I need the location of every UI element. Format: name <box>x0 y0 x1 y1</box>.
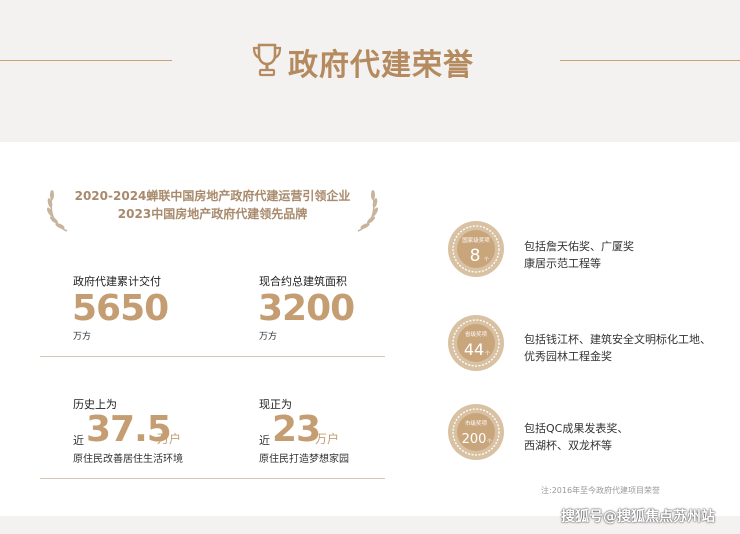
trophy-icon <box>252 43 282 77</box>
award-line-1: 包括詹天佑奖、广厦奖 <box>524 240 634 253</box>
award-line-1: 包括QC成果发表奖、 <box>524 422 629 435</box>
divider <box>40 356 385 357</box>
stat-unit: 万方 <box>73 332 92 342</box>
award-line-2: 优秀园林工程金奖 <box>524 350 612 363</box>
award-line-2: 西湖杯、双龙杯等 <box>524 439 612 452</box>
honor-banner: 2020-2024蝉联中国房地产政府代建运营引领企业 2023中国房地产政府代建… <box>45 185 380 235</box>
medal-suffix: 个 <box>485 351 490 357</box>
history-unit: 万户 <box>157 432 182 446</box>
award-national-text: 包括詹天佑奖、广厦奖 康居示范工程等 <box>524 238 634 272</box>
award-municipal-text: 包括QC成果发表奖、 西湖杯、双龙杯等 <box>524 420 628 454</box>
medal-title: 省级奖项 <box>465 330 488 338</box>
source-watermark: 搜狐号@搜狐焦点苏州站 <box>561 509 715 525</box>
stat-value: 5650 <box>72 288 169 329</box>
medal-count: 200 <box>462 432 487 447</box>
medal-title: 国家级奖项 <box>462 236 490 244</box>
stat-unit: 万方 <box>259 332 278 342</box>
history-value: 23 <box>272 409 321 450</box>
header-section: 政府代建荣誉 <box>0 0 740 142</box>
header-right-line <box>560 60 740 61</box>
medal-suffix: 个 <box>487 439 492 445</box>
medal-suffix: 个 <box>484 257 489 263</box>
medal-municipal-badge: 市级奖项 200 个 <box>448 404 504 460</box>
header-left-line <box>0 60 172 61</box>
page-title: 政府代建荣誉 <box>288 48 474 83</box>
stat-label: 政府代建累计交付 <box>73 275 161 288</box>
history-desc: 原住民改善居住生活环境 <box>73 454 183 465</box>
banner-line-2: 2023中国房地产政府代建领先品牌 <box>117 207 308 221</box>
history-prefix: 近 <box>259 434 270 447</box>
history-unit: 万户 <box>315 432 340 446</box>
footnote: 注:2016年至今政府代建项目荣誉 <box>541 486 661 495</box>
laurel-right-icon <box>357 190 379 232</box>
medal-national-badge: 国家级奖项 8 个 <box>448 221 504 277</box>
award-line-1: 包括钱江杯、建筑安全文明标化工地、 <box>524 333 711 346</box>
medal-count: 8 <box>470 246 481 266</box>
award-provincial-text: 包括钱江杯、建筑安全文明标化工地、 优秀园林工程金奖 <box>524 331 711 365</box>
stat-value: 3200 <box>258 288 355 329</box>
medal-provincial-badge: 省级奖项 44 个 <box>448 315 504 371</box>
history-prefix: 近 <box>73 434 84 447</box>
banner-line-1: 2020-2024蝉联中国房地产政府代建运营引领企业 <box>74 189 351 203</box>
history-desc: 原住民打造梦想家园 <box>259 454 349 465</box>
medal-title: 市级奖项 <box>465 419 488 427</box>
medal-count: 44 <box>464 340 484 359</box>
award-line-2: 康居示范工程等 <box>524 257 601 270</box>
divider <box>40 478 385 479</box>
stat-label: 现合约总建筑面积 <box>259 275 347 288</box>
